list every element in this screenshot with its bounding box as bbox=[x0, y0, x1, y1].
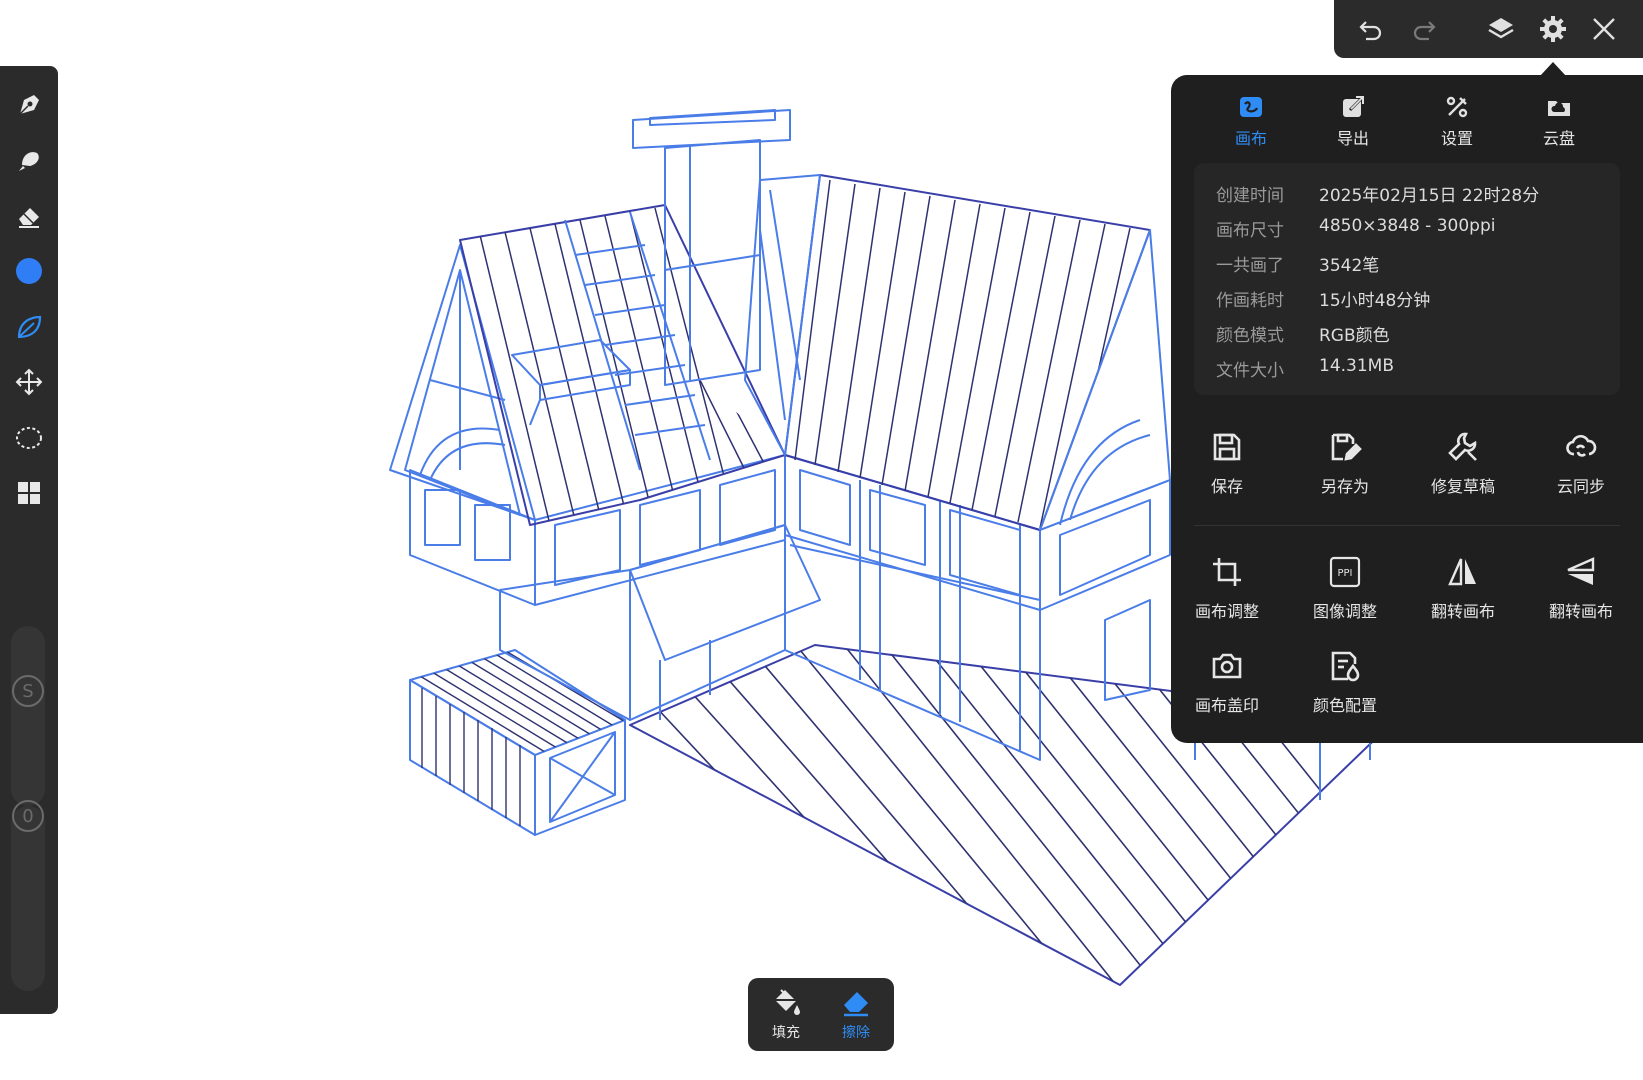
info-key: 画布尺寸 bbox=[1216, 221, 1284, 241]
tab-canvas-label: 画布 bbox=[1234, 129, 1267, 148]
canvas-icon bbox=[1211, 91, 1291, 123]
tab-cloud[interactable]: 云盘 bbox=[1519, 91, 1599, 151]
fill-label: 填充 bbox=[772, 1025, 800, 1041]
info-key: 作画耗时 bbox=[1216, 291, 1284, 311]
flip-horizontal-icon bbox=[1413, 550, 1513, 594]
left-toolbar: S 0 bbox=[0, 66, 58, 1014]
cloud-sync-icon bbox=[1531, 425, 1631, 469]
info-value: 2025年02月15日 22时28分 bbox=[1319, 186, 1540, 206]
cloud-sync-label: 云同步 bbox=[1556, 477, 1605, 496]
size-slider-label: S bbox=[22, 680, 34, 702]
eraser-icon bbox=[844, 992, 868, 1017]
canvas-adjust-label: 画布调整 bbox=[1194, 602, 1259, 621]
close-icon[interactable] bbox=[1587, 12, 1621, 46]
repair-draft-button[interactable]: 修复草稿 bbox=[1413, 425, 1513, 497]
repair-draft-label: 修复草稿 bbox=[1430, 477, 1495, 496]
canvas-info-panel: 画布 导出 设置 云盘 创建时间 2025年02月15日 22时28分 画布尺寸 4… bbox=[1171, 75, 1643, 743]
save-as-button[interactable]: 另存为 bbox=[1295, 425, 1395, 497]
save-as-label: 另存为 bbox=[1320, 477, 1369, 496]
layers-icon[interactable] bbox=[1484, 12, 1518, 46]
svg-text:PPI: PPI bbox=[1337, 568, 1352, 579]
fill-erase-bar: 填充 擦除 bbox=[748, 978, 894, 1051]
tab-settings[interactable]: 设置 bbox=[1417, 91, 1497, 151]
layers-grid-icon[interactable] bbox=[8, 472, 50, 514]
flip-canvas-vertical-label: 翻转画布 bbox=[1548, 602, 1613, 621]
fill-button[interactable]: 填充 bbox=[756, 986, 816, 1042]
redo-icon[interactable] bbox=[1407, 12, 1441, 46]
size-slider-knob[interactable]: S bbox=[12, 675, 44, 707]
color-swatch[interactable] bbox=[8, 250, 50, 292]
crop-icon bbox=[1177, 550, 1277, 594]
paint-bucket-icon bbox=[775, 989, 800, 1015]
canvas-adjust-button[interactable]: 画布调整 bbox=[1177, 550, 1277, 622]
size-slider[interactable] bbox=[11, 626, 45, 806]
tab-export-label: 导出 bbox=[1336, 129, 1369, 148]
info-value: 4850×3848 - 300ppi bbox=[1319, 216, 1496, 236]
export-icon bbox=[1313, 91, 1393, 123]
opacity-slider[interactable] bbox=[11, 806, 45, 991]
save-icon bbox=[1177, 425, 1277, 469]
info-key: 一共画了 bbox=[1216, 256, 1284, 276]
erase-button[interactable]: 擦除 bbox=[826, 986, 886, 1042]
color-profile-button[interactable]: 颜色配置 bbox=[1295, 644, 1395, 716]
info-key: 创建时间 bbox=[1216, 186, 1284, 206]
settings-icon[interactable] bbox=[1536, 12, 1570, 46]
tab-cloud-label: 云盘 bbox=[1542, 129, 1575, 148]
top-toolbar bbox=[1334, 0, 1643, 58]
canvas-stamp-label: 画布盖印 bbox=[1194, 696, 1259, 715]
save-as-icon bbox=[1295, 425, 1395, 469]
tab-export[interactable]: 导出 bbox=[1313, 91, 1393, 151]
wrench-icon bbox=[1413, 425, 1513, 469]
flip-canvas-vertical-button[interactable]: 翻转画布 bbox=[1531, 550, 1631, 622]
image-adjust-label: 图像调整 bbox=[1312, 602, 1377, 621]
canvas-stamp-button[interactable]: 画布盖印 bbox=[1177, 644, 1277, 716]
pen-icon[interactable] bbox=[8, 84, 50, 126]
ppi-icon: PPI bbox=[1295, 550, 1395, 594]
move-transform-icon[interactable] bbox=[8, 361, 50, 403]
info-value: RGB颜色 bbox=[1319, 326, 1390, 346]
color-profile-label: 颜色配置 bbox=[1312, 696, 1377, 715]
tab-settings-label: 设置 bbox=[1440, 129, 1473, 148]
cloud-sync-button[interactable]: 云同步 bbox=[1531, 425, 1631, 497]
divider bbox=[1194, 525, 1620, 526]
color-profile-icon bbox=[1295, 644, 1395, 688]
canvas-info-box: 创建时间 2025年02月15日 22时28分 画布尺寸 4850×3848 - 3… bbox=[1194, 163, 1620, 395]
flip-canvas-horizontal-button[interactable]: 翻转画布 bbox=[1413, 550, 1513, 622]
undo-icon[interactable] bbox=[1354, 12, 1388, 46]
tools-icon bbox=[1417, 91, 1497, 123]
info-value: 3542笔 bbox=[1319, 256, 1380, 276]
opacity-slider-knob[interactable]: 0 bbox=[12, 800, 44, 832]
opacity-slider-label: 0 bbox=[22, 805, 34, 827]
lasso-select-icon[interactable] bbox=[8, 417, 50, 459]
flip-canvas-horizontal-label: 翻转画布 bbox=[1430, 602, 1495, 621]
camera-icon bbox=[1177, 644, 1277, 688]
smudge-brush-icon[interactable] bbox=[8, 139, 50, 181]
erase-label: 擦除 bbox=[842, 1025, 870, 1041]
info-value: 14.31MB bbox=[1319, 356, 1394, 376]
info-key: 颜色模式 bbox=[1216, 326, 1284, 346]
cloud-folder-icon bbox=[1519, 91, 1599, 123]
flip-vertical-icon bbox=[1531, 550, 1631, 594]
eraser-icon[interactable] bbox=[8, 195, 50, 237]
info-key: 文件大小 bbox=[1216, 361, 1284, 381]
image-adjust-button[interactable]: PPI 图像调整 bbox=[1295, 550, 1395, 622]
save-label: 保存 bbox=[1210, 477, 1243, 496]
panel-pointer bbox=[1540, 62, 1566, 76]
save-button[interactable]: 保存 bbox=[1177, 425, 1277, 497]
tab-canvas[interactable]: 画布 bbox=[1211, 91, 1291, 151]
info-value: 15小时48分钟 bbox=[1319, 291, 1431, 311]
leaf-brush-icon[interactable] bbox=[8, 306, 50, 348]
